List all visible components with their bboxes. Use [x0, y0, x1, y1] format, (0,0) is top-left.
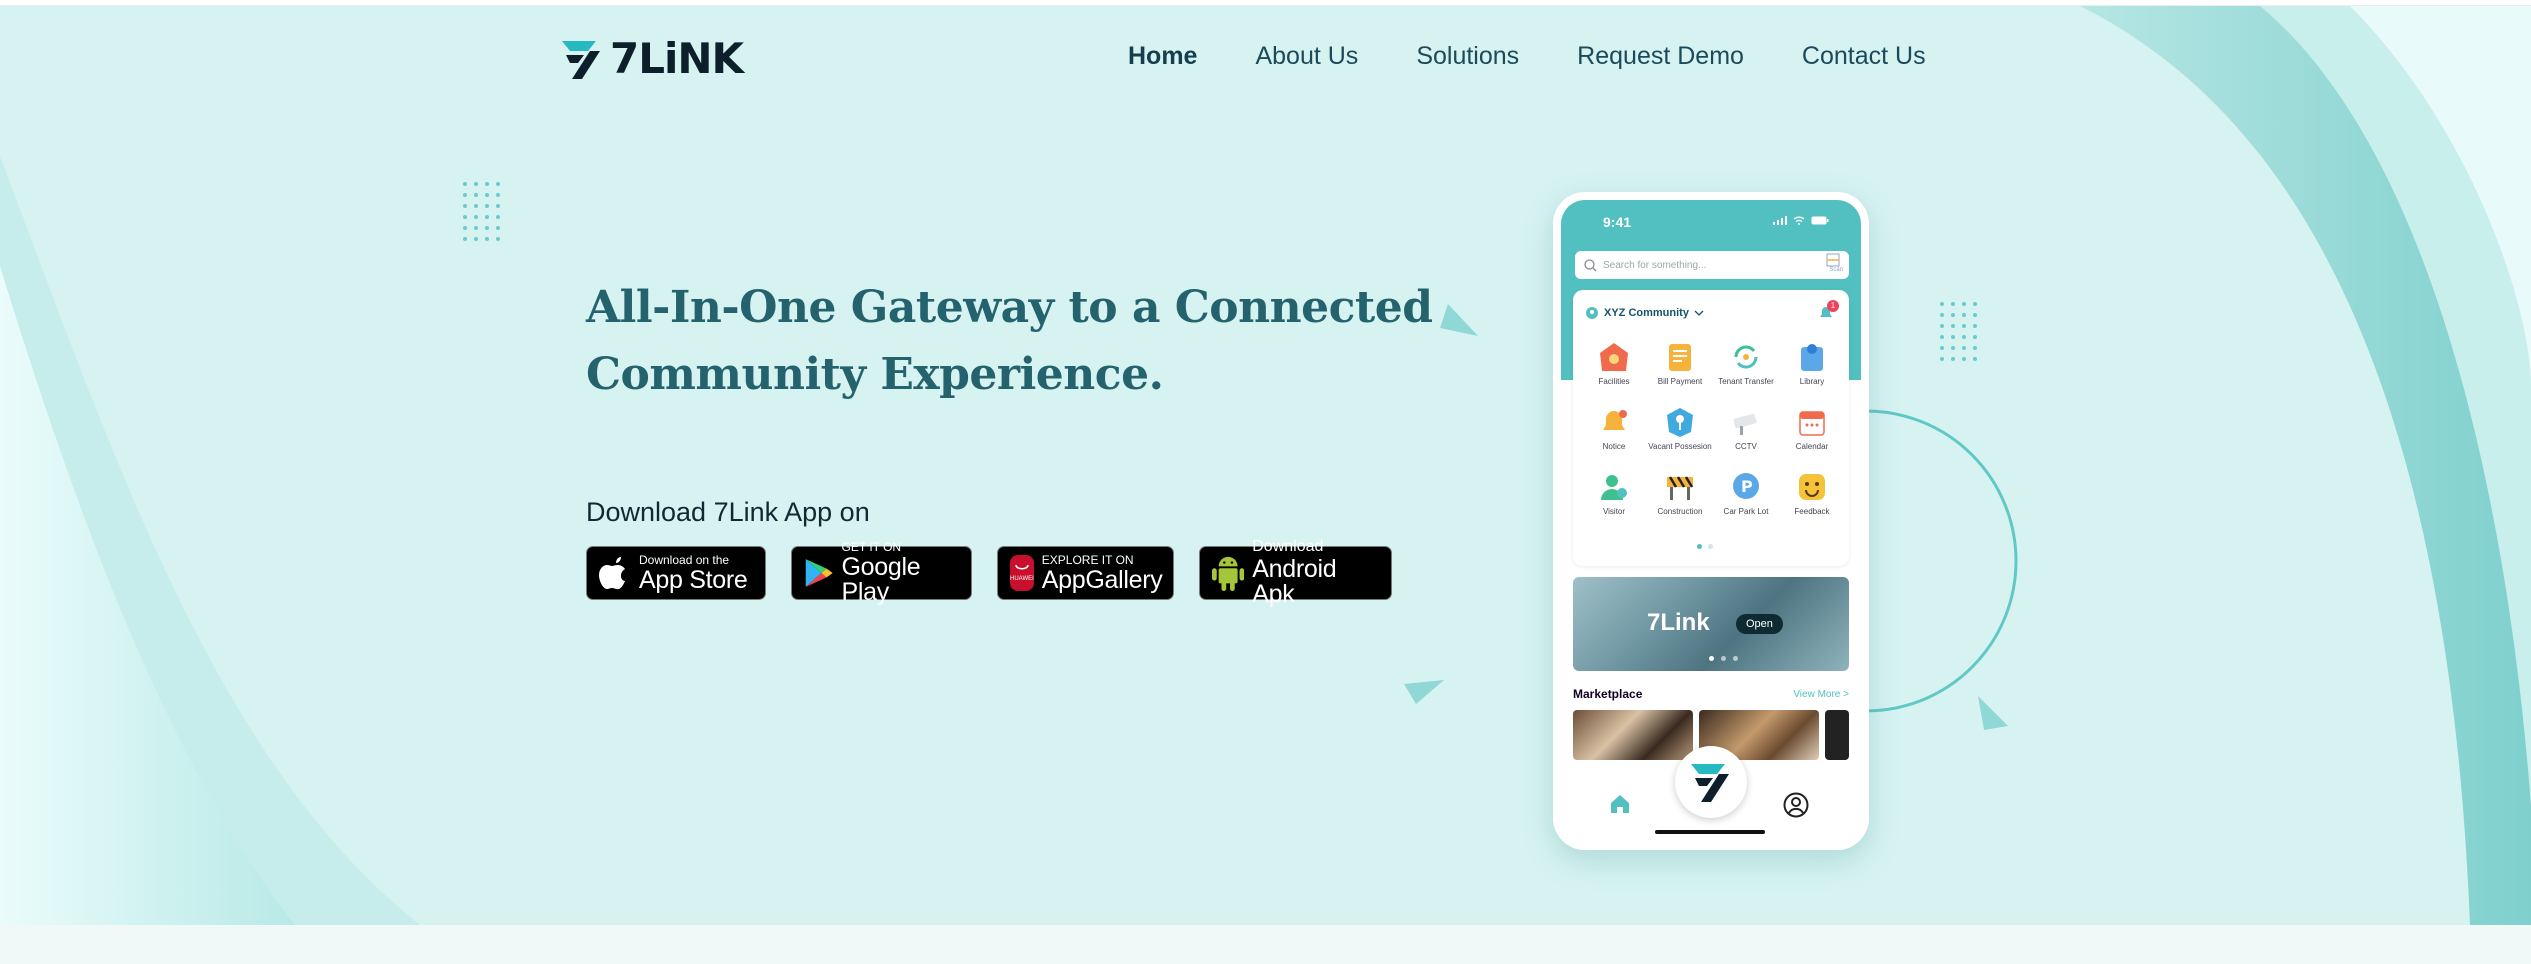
nav-solutions[interactable]: Solutions: [1416, 42, 1519, 71]
construction-icon: [1667, 476, 1694, 500]
hero-headline: All-In-One Gateway to a Connected Commun…: [586, 282, 1433, 400]
service-calendar[interactable]: Calendar: [1779, 405, 1845, 462]
apple-icon: [599, 557, 625, 590]
service-bill-payment[interactable]: Bill Payment: [1647, 340, 1713, 397]
bottom-tab-bar: [1553, 746, 1869, 850]
library-icon: [1801, 344, 1823, 371]
service-visitor[interactable]: Visitor: [1581, 470, 1647, 527]
app-store-button[interactable]: Download on the App Store: [586, 546, 766, 600]
status-icons: [1773, 216, 1829, 225]
nav-contact-us[interactable]: Contact Us: [1802, 42, 1926, 71]
top-border: [0, 0, 2531, 6]
services-grid: Facilities Bill Payment Tenant Transfer …: [1581, 340, 1845, 527]
key-icon: [1667, 408, 1693, 437]
banner-pagination: [1709, 656, 1738, 661]
marketplace-item[interactable]: [1825, 710, 1849, 760]
banner-title: 7Link: [1647, 609, 1710, 636]
transfer-icon: [1734, 345, 1758, 369]
app-store-small: Download on the: [639, 552, 730, 567]
home-icon: [1611, 795, 1629, 813]
banner-open-button[interactable]: Open: [1736, 614, 1783, 634]
svg-text:P: P: [1741, 477, 1753, 496]
android-small: Download: [1252, 538, 1324, 555]
cctv-icon: [1733, 413, 1757, 435]
service-library[interactable]: Library: [1779, 340, 1845, 397]
search-placeholder: Search for something...: [1603, 259, 1707, 271]
decor-dots-left: [463, 182, 500, 241]
tab-profile[interactable]: [1783, 792, 1809, 823]
phone-mockup: 9:41 Search for something... Scan XYZ Co…: [1553, 192, 1869, 850]
android-big: Android Apk: [1252, 555, 1337, 608]
tab-home[interactable]: [1608, 792, 1632, 821]
services-pagination: [1697, 544, 1713, 549]
brand-logo[interactable]: 7LiNK: [560, 34, 744, 83]
logo-mark-icon: [1691, 764, 1729, 802]
logo-mark-icon: [562, 40, 600, 79]
service-car-park-lot[interactable]: P Car Park Lot: [1713, 470, 1779, 527]
appgallery-small: EXPLORE IT ON: [1041, 552, 1134, 567]
nav-request-demo[interactable]: Request Demo: [1577, 42, 1744, 71]
promo-banner[interactable]: 7Link Open: [1573, 577, 1849, 671]
user-icon: [1783, 792, 1809, 818]
android-apk-button[interactable]: Download Android Apk: [1199, 539, 1392, 607]
location-pin-icon: [1586, 307, 1598, 319]
notice-bell-icon: [1603, 410, 1627, 430]
google-play-big: Google Play: [841, 553, 921, 606]
bill-icon: [1669, 344, 1691, 371]
parking-icon: P: [1733, 473, 1759, 499]
hero-section: 7LiNK Home About Us Solutions Request De…: [0, 6, 2531, 925]
services-card: XYZ Community 1 Facilities Bill Payment: [1573, 290, 1849, 566]
decor-dots-right: [1940, 302, 1977, 361]
nav-home[interactable]: Home: [1128, 42, 1197, 71]
notification-badge: 1: [1827, 300, 1839, 312]
main-nav: Home About Us Solutions Request Demo Con…: [1128, 42, 1984, 71]
hero-background: [0, 6, 2531, 925]
service-facilities[interactable]: Facilities: [1581, 340, 1647, 397]
community-selector[interactable]: XYZ Community: [1585, 306, 1704, 320]
chevron-down-icon: [1694, 310, 1704, 316]
scan-button[interactable]: Scan: [1823, 253, 1843, 273]
logo-wordmark: 7LiNK: [610, 34, 744, 83]
store-badges: Download on the App Store GET IT ON Goog…: [586, 539, 1417, 607]
facilities-icon: [1600, 343, 1628, 371]
google-play-small: GET IT ON: [841, 540, 902, 554]
google-play-button[interactable]: GET IT ON Google Play: [791, 541, 972, 605]
service-construction[interactable]: Construction: [1647, 470, 1713, 527]
appgallery-button[interactable]: HUAWEI EXPLORE IT ON AppGallery: [997, 546, 1174, 600]
view-more-link[interactable]: View More >: [1793, 689, 1849, 700]
center-logo-button[interactable]: [1675, 746, 1747, 818]
service-tenant-transfer[interactable]: Tenant Transfer: [1713, 340, 1779, 397]
decor-triangle: [1978, 696, 2008, 730]
marketplace-item[interactable]: [1573, 710, 1693, 760]
home-indicator: [1655, 830, 1765, 834]
service-cctv[interactable]: CCTV: [1713, 405, 1779, 462]
calendar-icon: [1799, 411, 1825, 436]
android-icon: [1212, 556, 1245, 592]
wifi-icon: [1793, 216, 1805, 225]
signal-icon: [1773, 216, 1787, 225]
decor-triangle: [1404, 680, 1444, 704]
service-feedback[interactable]: Feedback: [1779, 470, 1845, 527]
service-vacant-possesion[interactable]: Vacant Possesion: [1647, 405, 1713, 462]
search-icon: [1584, 258, 1597, 271]
phone-search-input[interactable]: Search for something... Scan: [1575, 251, 1849, 279]
smile-icon: [1799, 474, 1825, 500]
battery-icon: [1811, 216, 1829, 225]
notification-bell-button[interactable]: 1: [1817, 300, 1839, 327]
status-time: 9:41: [1603, 214, 1632, 230]
service-notice[interactable]: Notice: [1581, 405, 1647, 462]
download-title: Download 7Link App on: [586, 497, 870, 527]
huawei-icon: HUAWEI: [1010, 555, 1034, 591]
nav-about-us[interactable]: About Us: [1255, 42, 1358, 71]
google-play-icon: [805, 559, 833, 587]
visitor-icon: [1601, 475, 1627, 500]
marketplace-title: Marketplace: [1573, 687, 1643, 701]
scan-icon: [1826, 253, 1840, 267]
next-section-strip: [0, 925, 2531, 964]
appgallery-big: AppGallery: [1041, 565, 1163, 594]
app-store-big: App Store: [639, 565, 748, 594]
